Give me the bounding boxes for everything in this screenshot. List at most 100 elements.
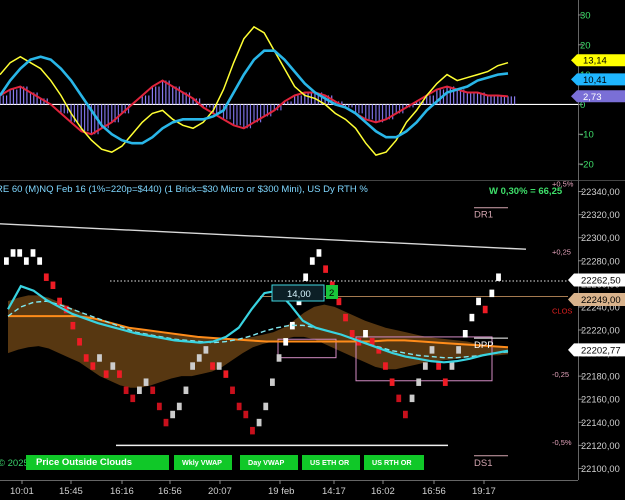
button-label: US RTH OR	[372, 458, 412, 467]
up-brick	[263, 402, 269, 411]
value-badge-label: 10,41	[583, 75, 607, 86]
y-tick-label: 22120,00	[581, 441, 620, 451]
y-tick-label: 22280,00	[581, 256, 620, 266]
down-brick	[150, 386, 156, 395]
up-brick	[462, 330, 468, 338]
time-axis: 10:01 15:45 16:16 16:56 20:07 19 feb 14:17 16:0…	[10, 480, 496, 497]
up-brick	[137, 386, 142, 395]
oscillator-badges: 13,14 10,41 2,73	[571, 54, 625, 103]
x-tick-label: 15:45	[59, 486, 83, 497]
up-brick	[309, 257, 315, 265]
up-brick	[429, 346, 435, 354]
pivot-label: DR1	[474, 210, 493, 221]
y-tick-label: 22300,00	[581, 233, 620, 243]
down-brick	[403, 410, 408, 419]
x-tick-label: 16:56	[422, 486, 446, 497]
up-brick	[256, 418, 262, 427]
down-brick	[103, 370, 109, 378]
y-tick-label: -20	[580, 160, 594, 171]
up-brick	[10, 249, 16, 257]
up-brick	[489, 289, 495, 298]
up-brick	[469, 313, 475, 322]
up-brick	[456, 346, 461, 354]
down-brick	[70, 321, 76, 330]
down-brick	[230, 386, 235, 395]
trading-chart-window: 3020100-10-20 13,1410,412,73 22340,00223…	[0, 0, 625, 500]
down-brick	[383, 362, 388, 370]
value-badge-label: 2,73	[583, 92, 602, 103]
up-brick	[110, 362, 116, 370]
down-brick	[43, 273, 49, 281]
price-y-axis: 22340,0022320,0022300,0022280,0022260,00…	[578, 187, 620, 474]
up-brick	[449, 362, 455, 370]
down-brick	[343, 313, 348, 322]
oscillator-panel	[0, 0, 578, 180]
value-badge-label: 13,14	[583, 56, 607, 67]
down-brick	[236, 402, 242, 411]
down-brick	[436, 362, 442, 370]
button-label: Wkly VWAP	[182, 458, 222, 467]
button-label: US ETH OR	[310, 458, 350, 467]
up-brick	[30, 249, 36, 257]
y-tick-label: -10	[580, 130, 594, 141]
green-tag-label: 2	[329, 288, 334, 299]
up-brick	[196, 354, 202, 362]
percent-level-label: -0,5%	[552, 438, 572, 447]
up-brick	[37, 257, 43, 265]
down-brick	[117, 370, 122, 378]
down-brick	[396, 394, 402, 403]
price-badge-label: 22202,77	[581, 345, 621, 356]
down-brick	[482, 305, 488, 314]
measure-box-label: 14,00	[287, 289, 311, 300]
button-label: Day VWAP	[248, 458, 285, 467]
up-brick	[203, 346, 209, 354]
up-brick	[143, 378, 149, 386]
up-brick	[276, 354, 282, 362]
overlay-toggle-button[interactable]: Day VWAP	[240, 455, 298, 470]
up-brick	[4, 257, 9, 265]
overlay-toggle-button[interactable]: Price Outside Clouds	[26, 455, 169, 470]
up-brick	[270, 378, 275, 386]
chart-canvas[interactable]: 3020100-10-20 13,1410,412,73 22340,00223…	[0, 0, 625, 500]
up-brick	[422, 362, 428, 370]
down-brick	[77, 338, 82, 346]
up-brick	[303, 273, 309, 281]
up-brick	[316, 249, 322, 257]
y-tick-label: 22220,00	[581, 326, 620, 336]
x-tick-label: 16:56	[158, 486, 182, 497]
y-tick-label: 22180,00	[581, 372, 620, 382]
down-brick	[323, 265, 328, 273]
x-tick-label: 19:17	[472, 486, 496, 497]
x-tick-label: 20:07	[208, 486, 232, 497]
up-brick	[23, 257, 29, 265]
up-brick	[409, 394, 415, 403]
percent-level-label: +0,25	[552, 248, 571, 257]
x-tick-label: 16:16	[110, 486, 134, 497]
up-brick	[216, 362, 222, 370]
overlay-toggle-button[interactable]: US ETH OR	[302, 455, 360, 470]
percent-level-label: -0,25	[552, 370, 569, 379]
percent-level-label: CLOS	[552, 306, 572, 315]
y-tick-label: 20	[580, 40, 591, 51]
x-tick-label: 16:02	[371, 486, 395, 497]
overlay-toggle-button[interactable]: Wkly VWAP	[174, 455, 232, 470]
up-brick	[97, 354, 102, 362]
down-brick	[243, 410, 249, 419]
down-brick	[57, 297, 62, 306]
down-brick	[223, 370, 229, 378]
y-tick-label: 22160,00	[581, 395, 620, 405]
y-tick-label: 22140,00	[581, 418, 620, 428]
y-tick-label: 22100,00	[581, 464, 620, 474]
y-tick-label: 30	[580, 10, 591, 21]
pivot-label: DS1	[474, 458, 492, 469]
down-brick	[250, 426, 255, 435]
down-brick	[442, 378, 448, 386]
down-brick	[130, 394, 136, 403]
up-brick	[170, 410, 176, 419]
down-brick	[123, 386, 129, 395]
y-tick-label: 22320,00	[581, 210, 620, 220]
pivot-label: DPP	[474, 340, 494, 351]
y-tick-label: 22340,00	[581, 187, 620, 197]
up-brick	[363, 330, 368, 338]
overlay-toggle-button[interactable]: US RTH OR	[364, 455, 424, 470]
